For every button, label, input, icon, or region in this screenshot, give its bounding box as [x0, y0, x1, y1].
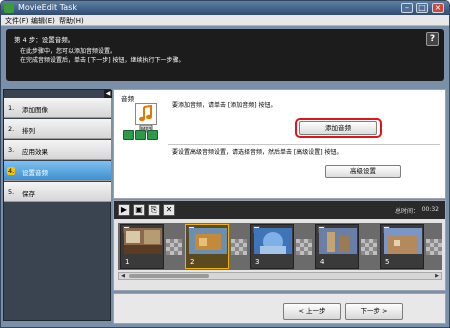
- transition-icon[interactable]: [166, 239, 182, 255]
- step-number: 1.: [8, 104, 15, 112]
- step-label: 应用效果: [22, 148, 48, 156]
- clip-thumbnail: [124, 228, 162, 254]
- audio-remove-icon[interactable]: [147, 130, 158, 140]
- sidebar-step-arrange[interactable]: 2. 排列: [4, 119, 111, 139]
- music-note-icon: [135, 103, 157, 125]
- navigation-bar: < 上一步 下一步 >: [113, 293, 446, 324]
- previous-step-button[interactable]: < 上一步: [283, 303, 341, 320]
- clip-item[interactable]: 5: [380, 224, 424, 269]
- audio-settings-panel: 音频 MP3 要添加音频，请单击 [添加音频] 按钮。 添加音频 要设置高级音频…: [113, 89, 446, 199]
- audio-edit-icon[interactable]: [135, 130, 146, 140]
- step-label: 设置音频: [22, 169, 48, 177]
- step-instructions-banner: 第 4 步：设置音频。 在此步骤中，您可以添加音频设置。 在完成音频设置后，单击…: [6, 29, 444, 81]
- collapse-arrow-icon[interactable]: ◀: [104, 90, 112, 98]
- step-number: 5.: [8, 188, 15, 196]
- storyboard-timeline: ▶ ▣ ⎘ ✕ 总时间： 00:32 1 2 3 4 5 ◀ ▶: [113, 200, 446, 291]
- section-divider: [168, 144, 440, 145]
- total-time-value: 00:32: [421, 206, 439, 213]
- sidebar-step-add-images[interactable]: 1. 添加图像: [4, 98, 111, 118]
- clip-item[interactable]: 3: [250, 224, 294, 269]
- clip-number: 3: [255, 258, 260, 266]
- paste-icon[interactable]: ⎘: [148, 204, 160, 216]
- transition-icon[interactable]: [426, 239, 442, 255]
- menu-edit[interactable]: 编辑(E): [31, 16, 55, 26]
- minimize-icon[interactable]: –: [401, 3, 413, 13]
- scroll-left-icon[interactable]: ◀: [119, 273, 127, 279]
- total-time-label: 总时间：: [394, 208, 419, 215]
- advanced-settings-button[interactable]: 高级设置: [325, 165, 401, 178]
- clip-item-selected[interactable]: 2: [185, 224, 229, 269]
- clip-number: 4: [320, 258, 325, 266]
- step-label: 排列: [22, 127, 35, 135]
- delete-icon[interactable]: ✕: [163, 204, 175, 216]
- advanced-settings-hint: 要设置高级音频设置，请选择音频，然后单击 [高级设置] 按钮。: [172, 149, 343, 156]
- add-audio-hint: 要添加音频，请单击 [添加音频] 按钮。: [172, 102, 277, 109]
- clip-number: 5: [385, 258, 390, 266]
- sidebar-step-apply-effects[interactable]: 3. 应用效果: [4, 140, 111, 160]
- app-window: MovieEdit Task – □ × 文件(F) 编辑(E) 帮助(H) 第…: [0, 0, 450, 328]
- play-icon[interactable]: ▶: [118, 204, 130, 216]
- transition-icon[interactable]: [231, 239, 247, 255]
- help-icon[interactable]: ?: [426, 32, 439, 46]
- scroll-right-icon[interactable]: ▶: [433, 273, 441, 279]
- step-label: 添加图像: [22, 106, 48, 114]
- close-icon[interactable]: ×: [432, 3, 444, 13]
- transition-icon[interactable]: [361, 239, 377, 255]
- clip-item[interactable]: 4: [315, 224, 359, 269]
- copy-icon[interactable]: ▣: [133, 204, 145, 216]
- scrollbar-thumb[interactable]: [129, 274, 209, 278]
- add-audio-button[interactable]: 添加音频: [299, 121, 377, 135]
- transition-icon[interactable]: [296, 239, 312, 255]
- menu-file[interactable]: 文件(F): [5, 16, 29, 26]
- section-label: 音频: [121, 95, 134, 103]
- step-description-line2: 在完成音频设置后，单击 [下一步] 按钮，继续执行下一步骤。: [20, 57, 185, 64]
- step-label: 保存: [22, 190, 35, 198]
- step-title: 第 4 步：设置音频。: [14, 36, 75, 44]
- timeline-scrollbar[interactable]: ◀ ▶: [118, 272, 442, 280]
- timeline-toolbar: ▶ ▣ ⎘ ✕ 总时间： 00:32: [114, 201, 445, 219]
- app-icon: [4, 3, 14, 13]
- clip-thumbnail: [319, 228, 357, 254]
- sidebar-step-save[interactable]: 5. 保存: [4, 182, 111, 202]
- menu-bar: 文件(F) 编辑(E) 帮助(H): [1, 15, 449, 26]
- step-number: 4.: [7, 167, 16, 175]
- clip-number: 1: [125, 258, 130, 266]
- clip-strip: 1 2 3 4 5: [118, 223, 442, 270]
- window-title: MovieEdit Task: [18, 3, 77, 12]
- clip-number: 2: [190, 258, 195, 266]
- menu-help[interactable]: 帮助(H): [59, 16, 84, 26]
- sidebar-step-set-audio[interactable]: 4. 设置音频: [4, 161, 111, 181]
- title-bar[interactable]: MovieEdit Task – □ ×: [1, 1, 449, 15]
- step-number: 3.: [8, 146, 15, 154]
- maximize-icon[interactable]: □: [416, 3, 428, 13]
- next-step-button[interactable]: 下一步 >: [345, 303, 403, 320]
- step-number: 2.: [8, 125, 15, 133]
- clip-thumbnail: [254, 228, 292, 254]
- step-sidebar: ◀ 1. 添加图像 2. 排列 3. 应用效果 4. 设置音频 5. 保存: [3, 89, 112, 321]
- audio-add-icon[interactable]: [123, 130, 134, 140]
- clip-item[interactable]: 1: [120, 224, 164, 269]
- step-description-line1: 在此步骤中，您可以添加音频设置。: [20, 48, 117, 55]
- clip-thumbnail: [384, 228, 422, 254]
- clip-thumbnail: [189, 228, 227, 254]
